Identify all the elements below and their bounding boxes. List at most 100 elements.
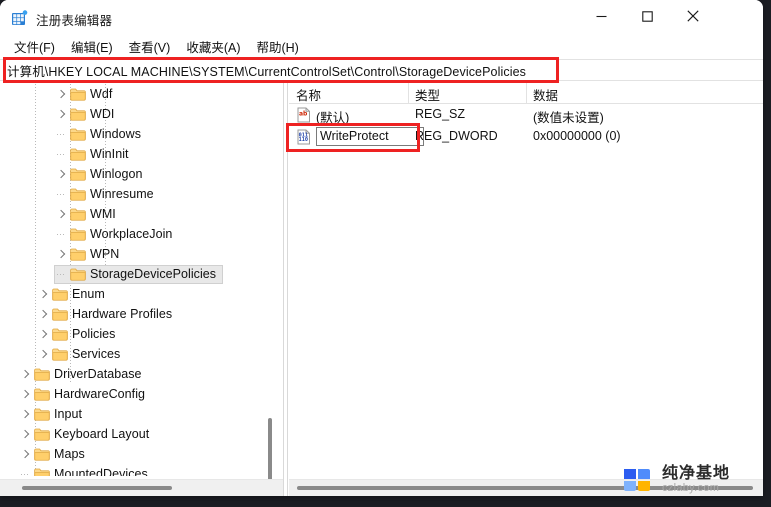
tree-item-mounteddevices[interactable]: MountedDevices [0, 464, 272, 476]
tree-horizontal-scroll-thumb[interactable] [22, 486, 172, 490]
tree-item-wdi[interactable]: WDI [0, 104, 272, 124]
chevron-right-icon[interactable] [55, 108, 68, 121]
table-row[interactable]: ab (默认) REG_SZ (数值未设置) [289, 104, 763, 126]
menu-item-edit[interactable]: 编辑(E) [65, 36, 119, 57]
table-row[interactable]: 011 110 WriteProtect REG_DWORD 0x0000000… [289, 126, 763, 148]
tree-item-wpn[interactable]: WPN [0, 244, 272, 264]
menu-item-help[interactable]: 帮助(H) [250, 36, 304, 57]
tree-item-content[interactable]: WinInit [54, 145, 136, 164]
tree-item-content[interactable]: Enum [36, 285, 112, 304]
chevron-right-icon[interactable] [55, 168, 68, 181]
tree-item-content[interactable]: Maps [18, 445, 92, 464]
value-name-edit-text: WriteProtect [320, 129, 389, 143]
tree-item-content[interactable]: Winlogon [54, 165, 150, 184]
tree-item-content[interactable]: WorkplaceJoin [54, 225, 179, 244]
close-button[interactable] [670, 0, 716, 32]
tree-item-label: Winresume [90, 187, 154, 201]
chevron-right-icon[interactable] [55, 248, 68, 261]
folder-icon [70, 88, 86, 101]
column-header-type[interactable]: 类型 [415, 85, 440, 104]
tree-item-wininit[interactable]: WinInit [0, 144, 272, 164]
tree-item-winlogon[interactable]: Winlogon [0, 164, 272, 184]
tree-item-content[interactable]: Hardware Profiles [36, 305, 179, 324]
tree-item-driverdatabase[interactable]: DriverDatabase [0, 364, 272, 384]
folder-icon [70, 248, 86, 261]
registry-tree[interactable]: Wdf WDI Windows WinInit Winlogon Winresume WMI… [0, 84, 272, 476]
tree-item-content[interactable]: StorageDevicePolicies [54, 264, 224, 284]
tree-horizontal-scrollbar[interactable] [0, 479, 283, 496]
tree-item-content[interactable]: Input [18, 405, 89, 424]
chevron-right-icon[interactable] [55, 88, 68, 101]
address-bar[interactable]: 计算机\HKEY LOCAL MACHINE\SYSTEM\CurrentCon… [0, 59, 763, 81]
tree-item-content[interactable]: Wdf [54, 85, 119, 104]
tree-item-label: Hardware Profiles [72, 307, 173, 321]
tree-item-maps[interactable]: Maps [0, 444, 272, 464]
tree-item-input[interactable]: Input [0, 404, 272, 424]
column-separator-2[interactable] [526, 83, 527, 103]
chevron-right-icon[interactable] [19, 448, 32, 461]
value-name-edit-input[interactable]: WriteProtect [316, 127, 424, 146]
tree-item-services[interactable]: Services [0, 344, 272, 364]
tree-item-winresume[interactable]: Winresume [0, 184, 272, 204]
column-header-name[interactable]: 名称 [296, 85, 321, 104]
menu-item-favorites[interactable]: 收藏夹(A) [180, 36, 246, 57]
tree-item-windows[interactable]: Windows [0, 124, 272, 144]
chevron-right-icon[interactable] [19, 428, 32, 441]
pane-splitter[interactable] [283, 82, 288, 496]
tree-item-content[interactable]: Keyboard Layout [18, 425, 156, 444]
tree-item-content[interactable]: WMI [54, 205, 123, 224]
tree-item-hardware-profiles[interactable]: Hardware Profiles [0, 304, 272, 324]
tree-item-hardwareconfig[interactable]: HardwareConfig [0, 384, 272, 404]
chevron-right-icon[interactable] [19, 388, 32, 401]
chevron-right-icon[interactable] [19, 408, 32, 421]
tree-item-wdf[interactable]: Wdf [0, 84, 272, 104]
tree-item-label: Winlogon [90, 167, 143, 181]
folder-icon [70, 128, 86, 141]
tree-item-enum[interactable]: Enum [0, 284, 272, 304]
chevron-right-icon[interactable] [37, 328, 50, 341]
folder-icon [34, 448, 50, 461]
column-separator-1[interactable] [408, 83, 409, 103]
svg-text:ab: ab [299, 110, 308, 117]
tree-item-content[interactable]: Policies [36, 325, 122, 344]
tree-item-content[interactable]: WPN [54, 245, 126, 264]
tree-item-storagedevicepolicies[interactable]: StorageDevicePolicies [0, 264, 272, 284]
folder-icon [52, 328, 68, 341]
chevron-right-icon[interactable] [37, 288, 50, 301]
tree-item-policies[interactable]: Policies [0, 324, 272, 344]
chevron-right-icon[interactable] [37, 308, 50, 321]
menu-item-file[interactable]: 文件(F) [8, 36, 61, 57]
folder-icon [52, 288, 68, 301]
address-bar-path: 计算机\HKEY LOCAL MACHINE\SYSTEM\CurrentCon… [7, 64, 526, 79]
minimize-button[interactable] [578, 0, 624, 32]
tree-item-keyboard-layout[interactable]: Keyboard Layout [0, 424, 272, 444]
tree-item-content[interactable]: Windows [54, 125, 148, 144]
tree-item-content[interactable]: Winresume [54, 185, 161, 204]
folder-icon [34, 468, 50, 476]
chevron-right-icon[interactable] [37, 348, 50, 361]
tree-item-content[interactable]: WDI [54, 105, 121, 124]
folder-icon [70, 168, 86, 181]
tree-item-content[interactable]: DriverDatabase [18, 365, 149, 384]
registry-tree-pane: Wdf WDI Windows WinInit Winlogon Winresume WMI… [0, 82, 283, 496]
registry-editor-window: 注册表编辑器 文件(F) 编辑(E) 查看(V) 收藏夹(A) 帮助(H) 计算… [0, 0, 763, 496]
chevron-right-icon[interactable] [19, 368, 32, 381]
column-header-data[interactable]: 数据 [533, 85, 558, 104]
tree-vertical-scrollbar[interactable] [265, 82, 275, 490]
folder-icon [34, 368, 50, 381]
menu-item-view[interactable]: 查看(V) [123, 36, 177, 57]
tree-item-workplacejoin[interactable]: WorkplaceJoin [0, 224, 272, 244]
chevron-right-icon[interactable] [55, 208, 68, 221]
tree-item-wmi[interactable]: WMI [0, 204, 272, 224]
tree-item-content[interactable]: Services [36, 345, 127, 364]
tree-item-content[interactable]: MountedDevices [18, 465, 155, 476]
maximize-button[interactable] [624, 0, 670, 32]
folder-icon [70, 148, 86, 161]
watermark: 纯净基地 czlaby.com [620, 463, 730, 497]
tree-item-content[interactable]: HardwareConfig [18, 385, 152, 404]
